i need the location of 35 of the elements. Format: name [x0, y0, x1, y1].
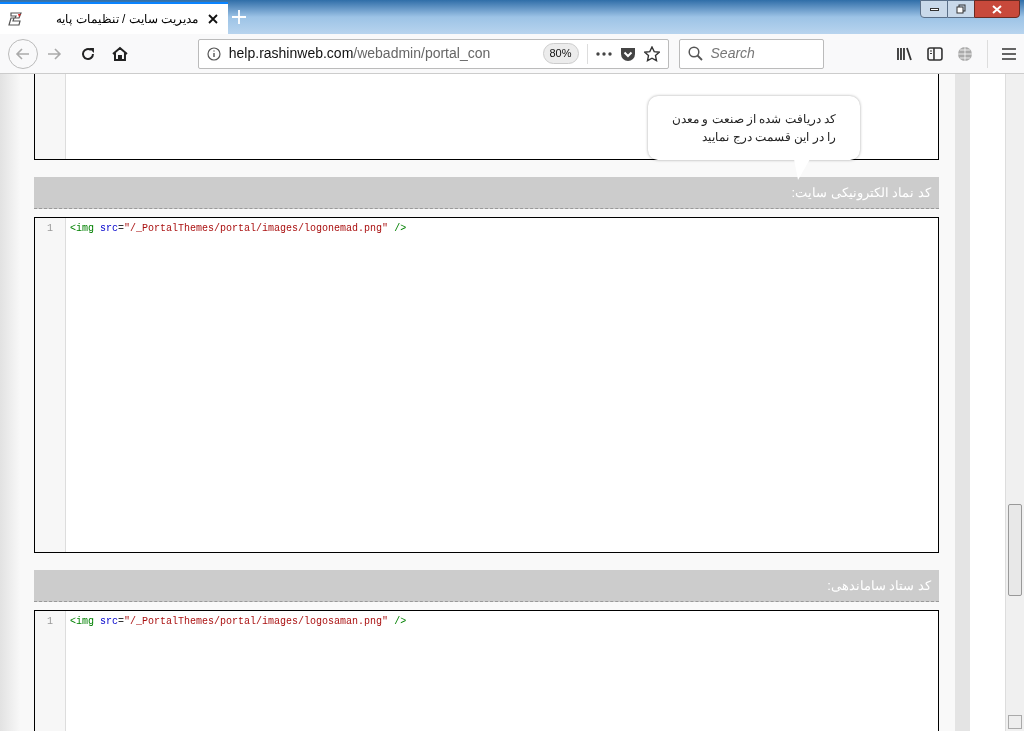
new-tab-icon[interactable] [232, 10, 246, 24]
code-editor[interactable]: 1 <img src="/_PortalThemes/portal/images/logosaman.png" /> [34, 610, 939, 731]
search-field[interactable]: Search [678, 38, 825, 69]
close-icon [992, 4, 1002, 14]
address-bar[interactable]: help.rashinweb.com/webadmin/portal_con 80% [197, 38, 669, 69]
browser-tab[interactable]: مدیریت سایت / تنظیمات پایه [0, 2, 228, 34]
tab-title: مدیریت سایت / تنظیمات پایه [55, 11, 198, 28]
info-icon[interactable] [206, 46, 221, 61]
close-tab-icon[interactable] [206, 12, 220, 26]
restore-button[interactable] [948, 0, 974, 18]
tooltip-text: کد دریافت شده از صنعت و معدن را در این قسمت درج نمایید [672, 111, 836, 146]
close-window-button[interactable] [974, 0, 1020, 18]
library-icon[interactable] [896, 45, 914, 62]
line-number: 1 [47, 222, 53, 236]
restore-icon [956, 4, 966, 14]
code-line: <img src="/_PortalThemes/portal/images/logonemad.png" /> [70, 222, 408, 236]
code-line: <img src="/_PortalThemes/portal/images/logosaman.png" /> [70, 615, 408, 629]
zoom-level-button[interactable]: 80% [542, 43, 579, 64]
bookmark-star-icon[interactable] [643, 45, 660, 62]
sidebar-icon[interactable] [927, 46, 944, 61]
home-icon[interactable] [111, 45, 128, 62]
search-placeholder: Search [710, 44, 755, 63]
minimize-icon [929, 7, 939, 11]
site-logo-icon [8, 11, 24, 27]
scrollbar[interactable] [1005, 74, 1024, 731]
more-icon[interactable] [595, 51, 612, 56]
menu-icon[interactable] [1002, 47, 1016, 60]
minimize-button[interactable] [920, 0, 948, 18]
pocket-icon[interactable] [619, 45, 636, 62]
search-icon [687, 46, 703, 61]
code-editor[interactable]: 1 <img src="/_PortalThemes/portal/images/logonemad.png" /> [34, 217, 939, 553]
url-text: help.rashinweb.com/webadmin/portal_con [228, 44, 492, 63]
line-number: 1 [47, 615, 53, 629]
back-arrow-icon [14, 45, 31, 62]
reload-icon[interactable] [79, 45, 96, 62]
